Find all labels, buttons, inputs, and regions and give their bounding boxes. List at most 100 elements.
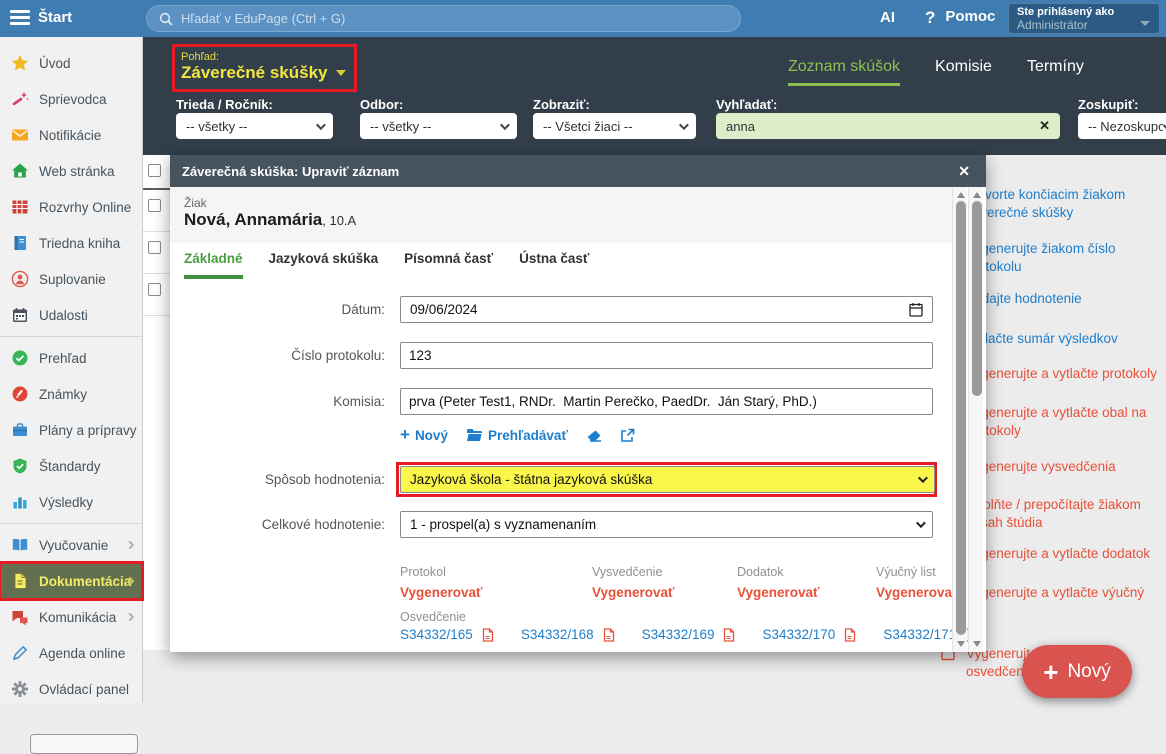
group-filter-label: Zoskupiť: <box>1078 97 1138 112</box>
search-filter-input[interactable] <box>726 119 1039 134</box>
page-scrollbar[interactable] <box>968 187 983 652</box>
sidebar-item-uvod[interactable]: Úvod <box>0 45 142 81</box>
scroll-down-arrow-icon[interactable] <box>973 641 981 647</box>
pdf-icon[interactable] <box>603 628 615 642</box>
tab-zoznam-skusok[interactable]: Zoznam skúšok <box>788 58 900 86</box>
sidebar-item-komunikacia[interactable]: Komunikácia <box>0 599 142 635</box>
sidebar-item-plany[interactable]: Plány a prípravy <box>0 412 142 448</box>
tab-terminy[interactable]: Termíny <box>1027 58 1084 86</box>
student-class: , 10.A <box>322 213 356 228</box>
sidebar-partial-button[interactable] <box>30 734 138 754</box>
timetable-icon <box>10 197 30 217</box>
new-record-button[interactable]: + Nový <box>1022 645 1132 698</box>
sidebar-item-agenda-online[interactable]: Agenda online <box>0 635 142 671</box>
user-role-dropdown[interactable]: Ste prihlásený ako Administrátor <box>1008 3 1160 34</box>
sidebar-item-ovladaci-panel[interactable]: Ovládací panel <box>0 671 142 707</box>
sidebar-item-web-stranka[interactable]: Web stránka <box>0 153 142 189</box>
generate-vyucny-list-link[interactable]: Vygenerovať <box>876 585 959 600</box>
top-bar: Štart AI ? Pomoc Ste prihlásený ako Admi… <box>0 0 1166 37</box>
protocol-number-label: Číslo protokolu: <box>190 342 385 369</box>
view-selector[interactable]: Pohľad: Záverečné skúšky <box>172 44 357 92</box>
sidebar-item-vyucovanie[interactable]: Vyučovanie <box>0 527 142 563</box>
chevron-down-icon <box>316 120 326 130</box>
modal-scrollbar[interactable] <box>952 187 967 652</box>
search-icon <box>159 12 173 26</box>
search-filter-label: Vyhľadať: <box>716 97 777 112</box>
dodatok-column-label: Dodatok <box>737 565 784 579</box>
committee-input[interactable] <box>400 388 933 415</box>
sidebar-item-dokumentacia[interactable]: Dokumentácia <box>0 563 142 599</box>
page-scrollbar-thumb[interactable] <box>972 201 982 396</box>
show-filter-select[interactable]: -- Všetci žiaci -- <box>533 113 696 139</box>
row-checkbox[interactable] <box>148 283 161 296</box>
sidebar-item-notifikacie[interactable]: Notifikácie <box>0 117 142 153</box>
help-button[interactable]: ? Pomoc <box>925 8 995 28</box>
tab-ustna-cast[interactable]: Ústna časť <box>519 251 589 279</box>
certificate-link[interactable]: S34332/165 <box>400 627 473 642</box>
chevron-down-icon <box>918 473 928 483</box>
pdf-icon[interactable] <box>844 628 856 642</box>
generate-vysvedcenie-link[interactable]: Vygenerovať <box>592 585 675 600</box>
start-menu-button[interactable]: Štart <box>38 9 72 26</box>
department-filter-select[interactable]: -- všetky -- <box>360 113 517 139</box>
sidebar-item-znamky[interactable]: Známky <box>0 376 142 412</box>
student-label: Žiak <box>184 196 938 210</box>
pdf-icon[interactable] <box>482 628 494 642</box>
search-filter[interactable]: ✕ <box>716 113 1060 139</box>
date-field[interactable]: 09/06/2024 <box>400 296 933 323</box>
vysvedcenie-column-label: Vysvedčenie <box>592 565 662 579</box>
calendar-picker-icon[interactable] <box>909 302 923 317</box>
generate-dodatok-link[interactable]: Vygenerovať <box>737 585 820 600</box>
sidebar-item-vysledky[interactable]: Výsledky <box>0 484 142 520</box>
committee-browse-button[interactable]: Prehľadávať <box>466 428 568 443</box>
eraser-icon <box>586 429 602 442</box>
section-tabs: Zoznam skúšok Komisie Termíny <box>788 58 1084 86</box>
certificate-link[interactable]: S34332/168 <box>521 627 594 642</box>
tab-jazykova-skuska[interactable]: Jazyková skúška <box>269 251 379 279</box>
protokol-column-label: Protokol <box>400 565 446 579</box>
scroll-up-arrow-icon[interactable] <box>957 192 965 198</box>
modal-scrollbar-thumb[interactable] <box>956 201 966 635</box>
sidebar-item-triedna-kniha[interactable]: Triedna kniha <box>0 225 142 261</box>
committee-open-button[interactable] <box>620 428 635 443</box>
sidebar: Úvod Sprievodca Notifikácie Web stránka … <box>0 37 143 703</box>
sidebar-item-standardy[interactable]: Štandardy <box>0 448 142 484</box>
sidebar-item-suplovanie[interactable]: Suplovanie <box>0 261 142 297</box>
grading-method-highlight: Jazyková škola - štátna jazyková skúška <box>396 462 937 497</box>
tab-zakladne[interactable]: Základné <box>184 251 243 279</box>
row-checkbox[interactable] <box>148 199 161 212</box>
select-all-checkbox[interactable] <box>148 164 161 177</box>
committee-new-button[interactable]: +Nový <box>400 425 448 445</box>
grading-method-select[interactable]: Jazyková škola - štátna jazyková skúška <box>400 466 935 493</box>
close-icon[interactable]: ✕ <box>954 163 974 180</box>
scroll-down-arrow-icon[interactable] <box>957 641 965 647</box>
class-filter-select[interactable]: -- všetky -- <box>176 113 333 139</box>
group-filter-select[interactable]: -- Nezoskupovať -- <box>1078 113 1166 139</box>
sidebar-item-prehlad[interactable]: Prehľad <box>0 340 142 376</box>
committee-edit-button[interactable] <box>586 429 602 442</box>
clear-search-icon[interactable]: ✕ <box>1039 118 1050 134</box>
certificate-link[interactable]: S34332/169 <box>642 627 715 642</box>
date-label: Dátum: <box>190 296 385 323</box>
sidebar-item-rozvrhy[interactable]: Rozvrhy Online <box>0 189 142 225</box>
check-circle-icon <box>10 348 30 368</box>
scroll-up-arrow-icon[interactable] <box>973 192 981 198</box>
sidebar-item-sprievodca[interactable]: Sprievodca <box>0 81 142 117</box>
hamburger-menu-icon[interactable] <box>10 10 30 26</box>
grading-method-label: Spôsob hodnotenia: <box>190 466 385 493</box>
sidebar-item-udalosti[interactable]: Udalosti <box>0 297 142 333</box>
row-checkbox[interactable] <box>148 241 161 254</box>
tab-komisie[interactable]: Komisie <box>935 58 992 86</box>
ai-button[interactable]: AI <box>880 9 895 26</box>
chevron-down-icon <box>916 518 926 528</box>
overall-grade-select[interactable]: 1 - prospel(a) s vyznamenaním <box>400 511 933 538</box>
protocol-number-input[interactable] <box>400 342 933 369</box>
chevron-down-icon <box>500 120 510 130</box>
generate-protokol-link[interactable]: Vygenerovať <box>400 585 483 600</box>
certificate-link[interactable]: S34332/171 <box>883 627 956 642</box>
pdf-icon[interactable] <box>723 628 735 642</box>
tab-pisomna-cast[interactable]: Písomná časť <box>404 251 493 279</box>
global-search-input[interactable] <box>181 11 728 26</box>
global-search[interactable] <box>146 5 741 32</box>
certificate-link[interactable]: S34332/170 <box>762 627 835 642</box>
